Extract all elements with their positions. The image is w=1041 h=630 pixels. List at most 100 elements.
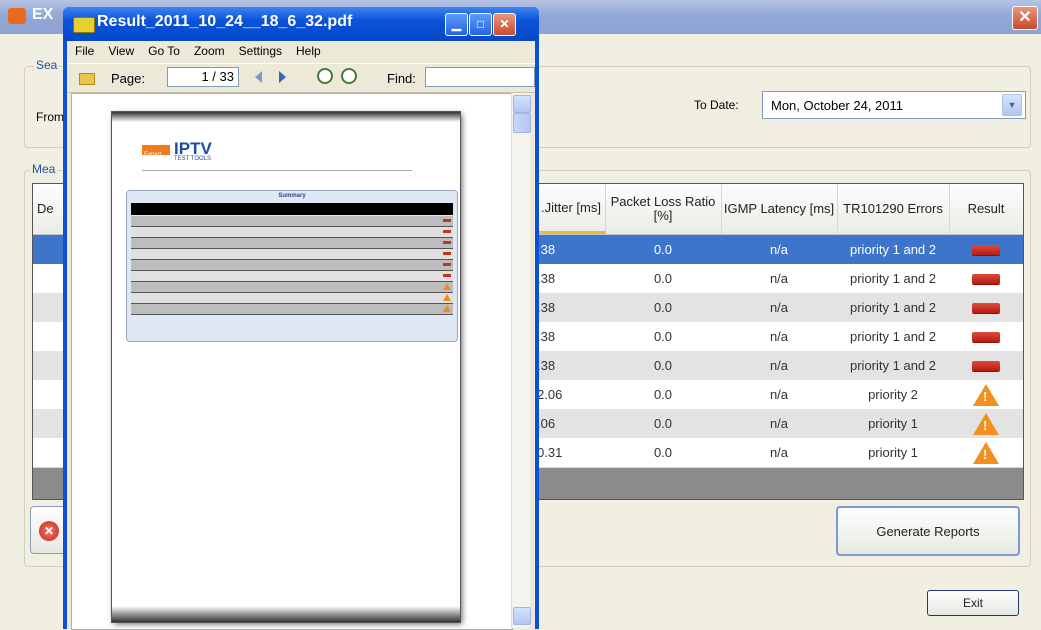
cell-packet-loss: 0.0 [653,329,673,344]
search-group-label: Sea [34,58,60,72]
menu-file[interactable]: File [75,44,94,58]
summary-row [131,260,453,271]
red-bar-icon [443,241,451,244]
page-label: Page: [111,71,145,86]
chevron-down-icon[interactable]: ▼ [1002,94,1022,116]
pdf-close-button[interactable]: ✕ [493,13,516,36]
summary-row [131,282,453,293]
app-icon [8,8,26,24]
cell-packet-loss: 0.0 [653,416,673,431]
cell-tr101290-errors: priority 1 and 2 [850,242,936,257]
cell-jitter: 2.06 [537,387,563,402]
stop-icon: ✕ [39,521,59,541]
cell-tr101290-errors: priority 1 and 2 [850,271,936,286]
scroll-up-icon[interactable] [513,95,531,113]
find-label: Find: [387,71,416,86]
red-bar-icon [443,230,451,233]
red-bar-icon [443,274,451,277]
maximize-button[interactable]: □ [469,13,492,36]
column-header-result[interactable]: Result [949,184,1023,234]
zoom-in-icon[interactable] [341,68,357,84]
cell-packet-loss: 0.0 [653,445,673,460]
pdf-toolbar: Page: 1 / 33 Find: [67,63,535,93]
cell-tr101290-errors: priority 2 [868,387,918,402]
pdf-vertical-scrollbar[interactable] [511,93,531,628]
previous-page-icon[interactable] [255,71,262,83]
menu-help[interactable]: Help [296,44,321,58]
summary-row [131,293,453,304]
to-date-label: To Date: [694,98,739,112]
column-header-igmp-latency[interactable]: IGMP Latency [ms] [721,184,838,234]
cell-igmp-latency: n/a [769,300,789,315]
red-bar-icon [443,252,451,255]
column-header-jitter[interactable]: .Jitter [ms] [537,184,606,234]
generate-reports-button[interactable]: Generate Reports [836,506,1020,556]
column-header-tr101290[interactable]: TR101290 Errors [837,184,950,234]
cell-result [949,322,1023,351]
cell-tr101290-errors: priority 1 and 2 [850,358,936,373]
menu-go-to[interactable]: Go To [148,44,180,58]
cell-result [949,293,1023,322]
pdf-menubar: File View Go To Zoom Settings Help [67,41,543,61]
summary-table-header [131,203,453,215]
warning-triangle-icon [443,305,451,312]
cell-tr101290-errors: priority 1 [868,445,918,460]
cell-packet-loss: 0.0 [653,300,673,315]
page-shadow-top [112,112,460,122]
cell-igmp-latency: n/a [769,242,789,257]
find-input[interactable] [425,67,535,87]
cell-jitter: .38 [537,271,556,286]
cell-result [949,264,1023,293]
scroll-thumb[interactable] [513,113,531,133]
logo-badge-text: Expert [144,152,162,158]
pdf-window-title: Result_2011_10_24__18_6_32.pdf [97,13,353,30]
red-bar-icon [972,244,1000,255]
cell-igmp-latency: n/a [769,416,789,431]
red-bar-icon [972,331,1000,342]
minimize-button[interactable]: ▁ [445,13,468,36]
next-page-icon[interactable] [279,71,286,83]
warning-triangle-icon [973,412,999,435]
exit-button[interactable]: Exit [927,590,1019,616]
cell-result [949,438,1023,467]
warning-triangle-icon [973,441,999,464]
warning-triangle-icon [443,283,451,290]
summary-row [131,216,453,227]
red-bar-icon [972,360,1000,371]
open-folder-icon[interactable] [79,73,95,85]
cell-igmp-latency: n/a [769,271,789,286]
header-divider [142,170,412,171]
pdf-viewer-window: Result_2011_10_24__18_6_32.pdf ▁ □ ✕ Fil… [63,7,539,630]
cell-igmp-latency: n/a [769,445,789,460]
pdf-document-view[interactable]: Expert IPTV TEST TOOLS Summary [71,93,513,630]
cell-jitter: .38 [537,300,556,315]
cell-jitter: .38 [537,242,556,257]
zoom-out-icon[interactable] [317,68,333,84]
column-header-packet-loss[interactable]: Packet Loss Ratio [%] [605,184,722,234]
menu-zoom[interactable]: Zoom [194,44,225,58]
page-number-input[interactable]: 1 / 33 [167,67,239,87]
scroll-down-icon[interactable] [513,607,531,625]
warning-triangle-icon [443,294,451,301]
menu-view[interactable]: View [108,44,134,58]
main-window-title: EX [32,6,54,23]
cell-jitter: .06 [537,416,556,431]
red-bar-icon [972,273,1000,284]
cell-jitter: .38 [537,358,556,373]
cell-tr101290-errors: priority 1 [868,416,918,431]
cell-result [949,351,1023,380]
to-date-select[interactable]: Mon, October 24, 2011 ▼ [762,91,1026,119]
measurements-group-label: Mea [30,162,58,176]
main-close-button[interactable]: ✕ [1012,6,1038,30]
summary-row [131,249,453,260]
cell-tr101290-errors: priority 1 and 2 [850,300,936,315]
menu-settings[interactable]: Settings [239,44,282,58]
from-date-label: From [36,110,64,124]
logo-subtext: TEST TOOLS [174,156,212,162]
to-date-value: Mon, October 24, 2011 [771,97,904,113]
cell-jitter: 0.31 [537,445,563,460]
red-bar-icon [443,263,451,266]
cell-tr101290-errors: priority 1 and 2 [850,329,936,344]
cell-packet-loss: 0.0 [653,387,673,402]
cell-result [949,235,1023,264]
